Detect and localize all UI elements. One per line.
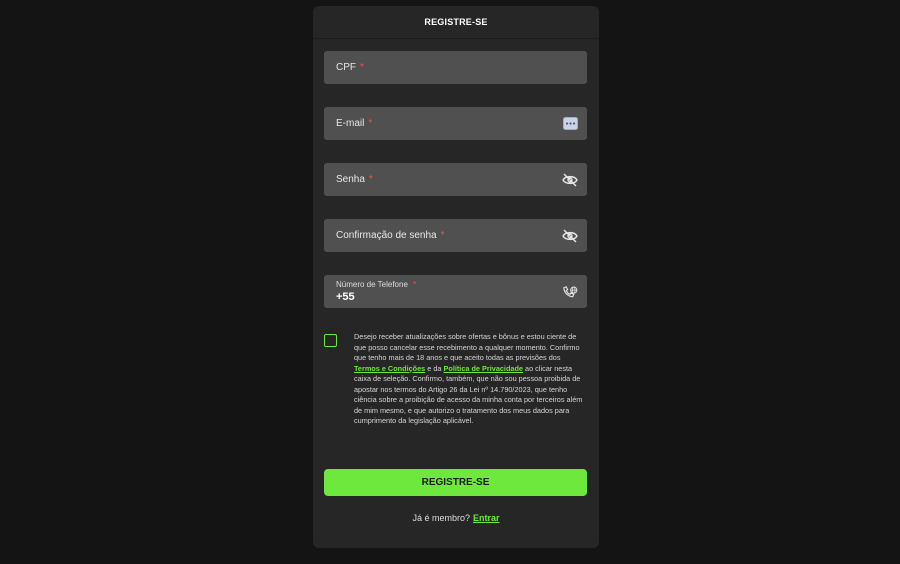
email-field[interactable]: E-mail *: [324, 107, 587, 140]
login-prompt: Já é membro? Entrar: [313, 513, 599, 523]
modal-title: REGISTRE-SE: [424, 17, 488, 27]
login-link[interactable]: Entrar: [473, 513, 500, 523]
eye-off-icon[interactable]: [562, 172, 578, 188]
consent-text-part-2: e da: [427, 363, 442, 373]
phone-country-code: +55: [336, 291, 355, 303]
phone-field[interactable]: Número de Telefone * +55: [324, 275, 587, 308]
email-autofill-icon[interactable]: [562, 116, 578, 132]
terms-link[interactable]: Termos e Condições: [354, 364, 425, 373]
phone-globe-icon: [562, 284, 578, 300]
member-text: Já é membro?: [412, 513, 470, 523]
cpf-field[interactable]: CPF *: [324, 51, 587, 84]
register-modal: REGISTRE-SE CPF * E-mail * Senha * Confi…: [313, 6, 599, 548]
phone-label: Número de Telefone: [336, 280, 408, 289]
password-confirm-field[interactable]: Confirmação de senha *: [324, 219, 587, 252]
cpf-label: CPF: [336, 62, 356, 73]
password-field[interactable]: Senha *: [324, 163, 587, 196]
consent-text: Desejo receber atualizações sobre oferta…: [354, 332, 587, 427]
password-label: Senha: [336, 174, 365, 185]
consent-text-part-1: Desejo receber atualizações sobre oferta…: [354, 332, 580, 362]
email-label: E-mail: [336, 118, 365, 129]
email-required-mark: *: [368, 118, 373, 129]
consent-checkbox[interactable]: [324, 334, 337, 347]
password-confirm-required-mark: *: [440, 230, 445, 241]
eye-off-icon[interactable]: [562, 228, 578, 244]
cpf-required-mark: *: [360, 62, 364, 73]
password-confirm-label: Confirmação de senha: [336, 230, 437, 241]
password-required-mark: *: [368, 174, 373, 185]
consent-block: Desejo receber atualizações sobre oferta…: [324, 332, 587, 427]
phone-required-mark: *: [413, 280, 417, 289]
phone-label-row: Número de Telefone *: [336, 280, 416, 289]
privacy-link[interactable]: Política de Privacidade: [444, 364, 524, 373]
register-button[interactable]: REGISTRE-SE: [324, 469, 587, 496]
modal-header: REGISTRE-SE: [313, 6, 599, 39]
